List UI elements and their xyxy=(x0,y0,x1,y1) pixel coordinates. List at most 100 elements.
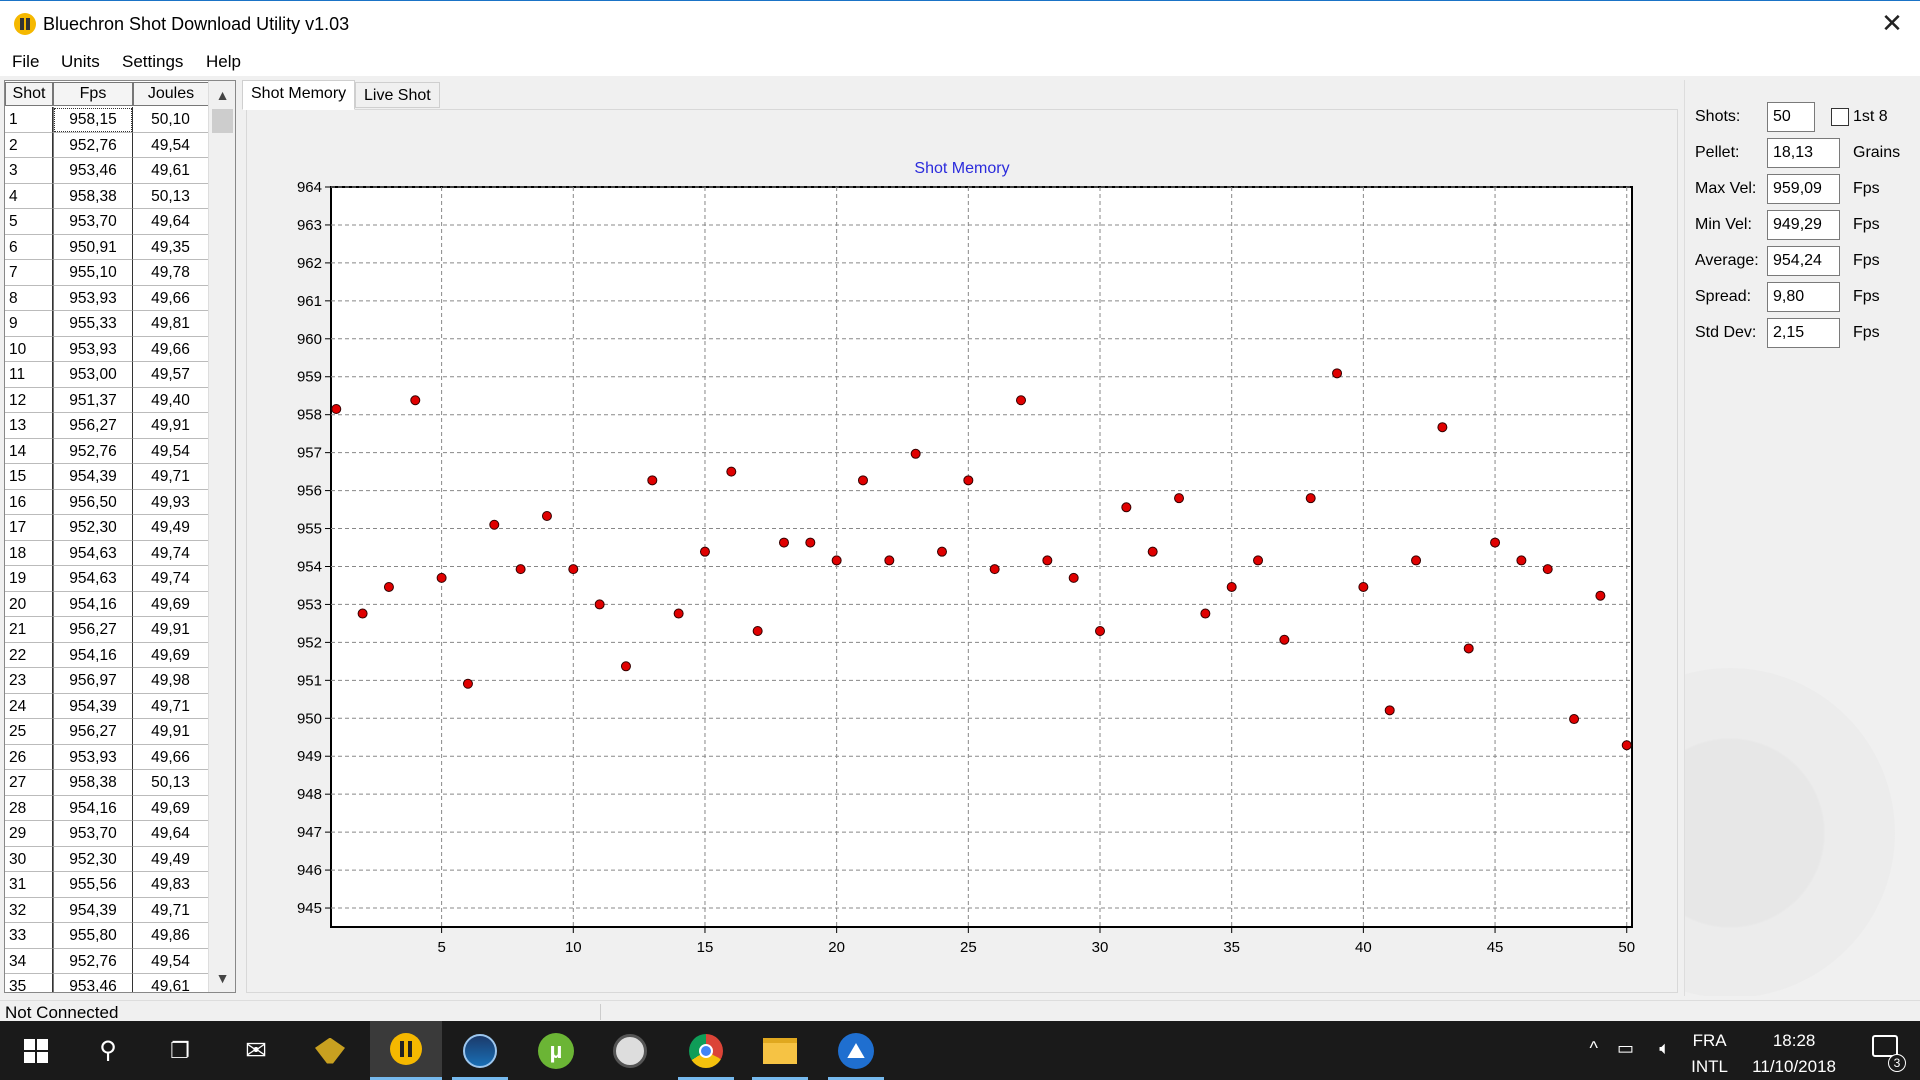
shot-point[interactable] xyxy=(1490,537,1501,548)
shots-field[interactable]: 50 xyxy=(1767,102,1815,132)
joules-cell[interactable]: 49,86 xyxy=(133,923,209,949)
shot-number-cell[interactable]: 32 xyxy=(5,897,53,923)
shot-point[interactable] xyxy=(1121,502,1132,513)
shot-point[interactable] xyxy=(1068,572,1079,583)
table-row[interactable]: 25 956,27 49,91 xyxy=(5,719,209,745)
shot-point[interactable] xyxy=(1095,626,1106,636)
shot-point[interactable] xyxy=(1358,581,1369,592)
scroll-thumb[interactable] xyxy=(212,109,233,133)
joules-cell[interactable]: 49,54 xyxy=(133,438,209,464)
maxvel-field[interactable]: 959,09 xyxy=(1767,174,1840,204)
joules-cell[interactable]: 49,71 xyxy=(133,897,209,923)
shot-point[interactable] xyxy=(1411,555,1422,566)
table-row[interactable]: 13 956,27 49,91 xyxy=(5,413,209,439)
shot-number-cell[interactable]: 28 xyxy=(5,795,53,821)
table-row[interactable]: 29 953,70 49,64 xyxy=(5,821,209,847)
joules-cell[interactable]: 50,13 xyxy=(133,770,209,796)
table-row[interactable]: 27 958,38 50,13 xyxy=(5,770,209,796)
shot-point[interactable] xyxy=(383,581,394,592)
shot-number-cell[interactable]: 5 xyxy=(5,209,53,235)
menu-settings[interactable]: Settings xyxy=(122,52,183,72)
shot-point[interactable] xyxy=(1174,493,1185,504)
joules-cell[interactable]: 49,49 xyxy=(133,846,209,872)
joules-cell[interactable]: 49,71 xyxy=(133,464,209,490)
joules-cell[interactable]: 49,64 xyxy=(133,821,209,847)
fps-cell[interactable]: 955,80 xyxy=(53,923,133,949)
joules-cell[interactable]: 49,98 xyxy=(133,668,209,694)
shot-point[interactable] xyxy=(1621,740,1632,751)
table-row[interactable]: 30 952,30 49,49 xyxy=(5,846,209,872)
average-field[interactable]: 954,24 xyxy=(1767,246,1840,276)
shot-point[interactable] xyxy=(515,564,526,575)
shot-point[interactable] xyxy=(541,511,552,522)
tab-shot-memory[interactable]: Shot Memory xyxy=(242,80,356,110)
fps-cell[interactable]: 952,76 xyxy=(53,438,133,464)
fps-cell[interactable]: 955,33 xyxy=(53,311,133,337)
shot-number-cell[interactable]: 22 xyxy=(5,642,53,668)
shot-number-cell[interactable]: 12 xyxy=(5,387,53,413)
fps-cell[interactable]: 952,76 xyxy=(53,948,133,974)
joules-cell[interactable]: 49,83 xyxy=(133,872,209,898)
shot-number-cell[interactable]: 6 xyxy=(5,234,53,260)
table-row[interactable]: 33 955,80 49,86 xyxy=(5,923,209,949)
shot-number-cell[interactable]: 3 xyxy=(5,158,53,184)
shot-point[interactable] xyxy=(936,546,947,557)
shot-number-cell[interactable]: 8 xyxy=(5,285,53,311)
table-row[interactable]: 8 953,93 49,66 xyxy=(5,285,209,311)
shot-point[interactable] xyxy=(594,599,605,610)
minvel-field[interactable]: 949,29 xyxy=(1767,210,1840,240)
shot-point[interactable] xyxy=(1253,555,1264,566)
windows-start-icon[interactable] xyxy=(0,1021,72,1080)
search-icon[interactable]: ⚲ xyxy=(72,1021,144,1080)
spread-field[interactable]: 9,80 xyxy=(1767,282,1840,312)
shot-point[interactable] xyxy=(1042,555,1053,566)
pellet-field[interactable]: 18,13 xyxy=(1767,138,1840,168)
joules-cell[interactable]: 50,13 xyxy=(133,183,209,209)
volume-icon[interactable]: 🔈︎ xyxy=(1659,1038,1670,1059)
joules-cell[interactable]: 49,69 xyxy=(133,591,209,617)
shot-number-cell[interactable]: 10 xyxy=(5,336,53,362)
fps-cell[interactable]: 953,93 xyxy=(53,336,133,362)
first8-checkbox[interactable] xyxy=(1831,108,1849,126)
joules-cell[interactable]: 49,69 xyxy=(133,795,209,821)
joules-cell[interactable]: 49,91 xyxy=(133,413,209,439)
joules-cell[interactable]: 49,74 xyxy=(133,566,209,592)
joules-cell[interactable]: 49,81 xyxy=(133,311,209,337)
eagle-app-icon[interactable] xyxy=(294,1021,366,1080)
shot-number-cell[interactable]: 25 xyxy=(5,719,53,745)
task-view-icon[interactable]: ❐ xyxy=(144,1021,216,1080)
file-explorer-icon[interactable] xyxy=(744,1021,816,1080)
table-row[interactable]: 5 953,70 49,64 xyxy=(5,209,209,235)
fps-cell[interactable]: 956,27 xyxy=(53,617,133,643)
fps-cell[interactable]: 951,37 xyxy=(53,387,133,413)
shot-number-cell[interactable]: 30 xyxy=(5,846,53,872)
shot-table[interactable]: Shot Fps Joules 1 958,15 50,10 2 952,76 49,54… xyxy=(4,80,236,993)
shot-point[interactable] xyxy=(436,572,447,583)
shot-number-cell[interactable]: 29 xyxy=(5,821,53,847)
table-scrollbar[interactable]: ▲ ▼ xyxy=(208,81,235,992)
vpn-app-icon[interactable]: ⛰ xyxy=(820,1021,892,1080)
shot-point[interactable] xyxy=(884,555,895,566)
shot-number-cell[interactable]: 4 xyxy=(5,183,53,209)
shot-point[interactable] xyxy=(857,475,868,486)
table-row[interactable]: 17 952,30 49,49 xyxy=(5,515,209,541)
shot-point[interactable] xyxy=(462,678,473,689)
scroll-up-arrow-icon[interactable]: ▲ xyxy=(209,83,235,107)
shot-number-cell[interactable]: 9 xyxy=(5,311,53,337)
table-row[interactable]: 9 955,33 49,81 xyxy=(5,311,209,337)
fps-cell[interactable]: 956,50 xyxy=(53,489,133,515)
shot-point[interactable] xyxy=(805,537,816,548)
shot-point[interactable] xyxy=(331,404,342,414)
joules-cell[interactable]: 49,91 xyxy=(133,617,209,643)
shot-point[interactable] xyxy=(1200,608,1211,619)
shot-point[interactable] xyxy=(910,448,921,459)
joules-cell[interactable]: 50,10 xyxy=(133,107,209,133)
shot-point[interactable] xyxy=(647,475,658,486)
shot-point[interactable] xyxy=(1147,546,1158,557)
shot-point[interactable] xyxy=(673,608,684,619)
table-row[interactable]: 22 954,16 49,69 xyxy=(5,642,209,668)
shot-point[interactable] xyxy=(1384,705,1395,716)
joules-cell[interactable]: 49,40 xyxy=(133,387,209,413)
shot-point[interactable] xyxy=(726,466,737,477)
table-row[interactable]: 19 954,63 49,74 xyxy=(5,566,209,592)
